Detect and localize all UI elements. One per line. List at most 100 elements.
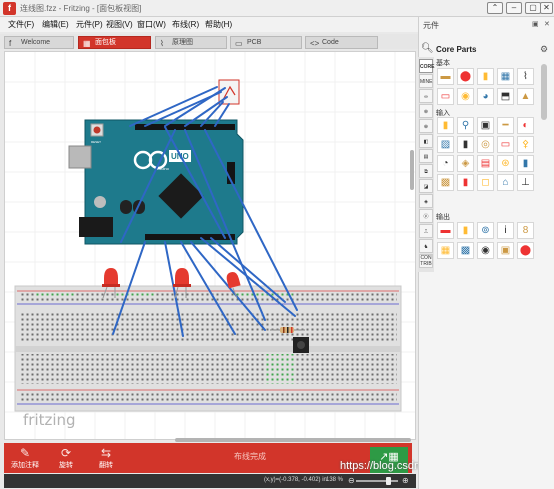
tab-label: 原理图 [172,39,193,46]
parts-dock-title: 元件 [423,21,439,30]
fritzing-logo-icon: f [3,2,16,15]
bin-core[interactable]: CORE [419,59,434,73]
part-item-7-1[interactable]: ▩ [457,242,474,259]
bin-3[interactable]: ⊛ [419,104,433,118]
part-item-2-4[interactable]: ◐ [517,117,534,134]
parts-scrollbar[interactable] [541,64,547,120]
cursor-coordinates: (x,y)=(-0.378, -0.402) in [264,477,327,483]
part-item-1-3[interactable]: ⬒ [497,88,514,105]
part-item-0-4[interactable]: ⌇ [517,68,534,85]
part-item-5-2[interactable]: ◻ [477,174,494,191]
part-item-5-4[interactable]: ⊥ [517,174,534,191]
part-item-3-1[interactable]: ▮ [457,136,474,153]
fritzing-canvas-logo: fritzing [23,411,76,429]
part-item-6-1[interactable]: ▮ [457,222,474,239]
bin-contrib[interactable]: CON TRIB [419,254,433,268]
menu-edit[interactable]: 编辑(E) [42,19,69,30]
maximize-button[interactable]: ▢ [525,2,541,14]
menu-routing[interactable]: 布线(R) [172,19,199,30]
status-bar: (x,y)=(-0.378, -0.402) in 138 % ⊖ ⊕ [4,474,416,488]
part-item-5-1[interactable]: ▮ [457,174,474,191]
window-title: 连线图.fzz - Fritzing - [面包板视图] [20,4,142,13]
part-item-0-0[interactable]: ▬ [437,68,454,85]
tab-welcome[interactable]: f Welcome [4,36,74,49]
bin-menu-icon[interactable]: ⚙ [540,44,548,55]
section-output: 输出 [436,214,450,221]
part-item-2-3[interactable]: ━ [497,117,514,134]
bin-10[interactable]: ⓟ [419,209,433,223]
menu-view[interactable]: 视图(V) [106,19,133,30]
add-note-button[interactable]: ✎ 添加注释 [8,446,42,470]
part-item-3-2[interactable]: ◎ [477,136,494,153]
pushbutton[interactable] [293,337,309,353]
breadboard[interactable] [14,285,402,412]
bin-mine[interactable]: MINE [419,74,433,88]
arduino-uno-board[interactable]: RESET UNO Arduino [68,119,244,245]
close-dock-button[interactable]: ✕ [544,21,552,29]
zoom-in-icon[interactable]: ⊕ [402,476,409,485]
bin-11[interactable]: ⎍ [419,224,433,238]
zoom-out-icon[interactable]: ⊖ [348,476,355,485]
menu-help[interactable]: 帮助(H) [205,19,232,30]
part-item-1-2[interactable]: ◕ [477,88,494,105]
part-item-7-0[interactable]: ▦ [437,242,454,259]
part-item-4-2[interactable]: ▤ [477,155,494,172]
zoom-slider-handle[interactable] [386,477,391,485]
bin-infinity[interactable]: ∞ [419,89,433,103]
search-icon[interactable]: 🔍︎ [421,43,434,55]
tab-schematic[interactable]: ⌇ 原理图 [155,36,227,49]
part-item-5-0[interactable]: ▩ [437,174,454,191]
tab-label: PCB [247,39,262,46]
bin-5[interactable]: ◧ [419,134,433,148]
rotate-button[interactable]: ⟳ 旋转 [49,446,83,470]
bin-6[interactable]: ▤ [419,149,433,163]
bin-7[interactable]: ⧉ [419,164,433,178]
horizontal-scrollbar[interactable] [175,438,411,442]
zoom-slider[interactable] [356,480,398,482]
bin-12[interactable]: ♞ [419,239,433,253]
flip-label: 翻转 [99,462,113,469]
part-item-2-0[interactable]: ▮ [437,117,454,134]
section-core: 基本 [436,60,450,67]
bin-4[interactable]: ⊕ [419,119,433,133]
tab-breadboard[interactable]: ▦ 面包板 [78,36,151,49]
minimize-button[interactable]: – [506,2,522,14]
part-item-4-1[interactable]: ◈ [457,155,474,172]
part-item-7-2[interactable]: ◉ [477,242,494,259]
part-item-2-1[interactable]: ⚲ [457,117,474,134]
part-item-0-3[interactable]: ▦ [497,68,514,85]
part-item-6-0[interactable]: ▬ [437,222,454,239]
tab-code[interactable]: <> Code [305,36,378,49]
part-item-6-2[interactable]: ⊚ [477,222,494,239]
part-item-1-1[interactable]: ◉ [457,88,474,105]
part-item-4-3[interactable]: ⊛ [497,155,514,172]
breadboard-canvas[interactable]: RESET UNO Arduino fritzing [4,51,416,440]
part-item-0-1[interactable]: ⬤ [457,68,474,85]
part-item-7-4[interactable]: ⬤ [517,242,534,259]
float-dock-button[interactable]: ▣ [532,21,540,29]
collapse-button[interactable]: ⌃ [487,2,503,14]
flip-button[interactable]: ⇆ 翻转 [89,446,123,470]
part-item-5-3[interactable]: ⌂ [497,174,514,191]
part-item-3-0[interactable]: ▨ [437,136,454,153]
circuit-drawing[interactable]: RESET UNO Arduino fritzing [5,52,416,440]
menu-file[interactable]: 文件(F) [8,19,34,30]
part-item-1-0[interactable]: ▭ [437,88,454,105]
part-item-3-4[interactable]: ⚴ [517,136,534,153]
part-item-4-4[interactable]: ▮ [517,155,534,172]
menu-window[interactable]: 窗口(W) [137,19,166,30]
part-item-6-4[interactable]: 8 [517,222,534,239]
part-item-3-3[interactable]: ▭ [497,136,514,153]
part-item-0-2[interactable]: ▮ [477,68,494,85]
menu-part[interactable]: 元件(P) [76,19,103,30]
part-item-6-3[interactable]: ⅰ [497,222,514,239]
tab-pcb[interactable]: ▭ PCB [230,36,302,49]
vertical-scrollbar[interactable] [410,150,414,190]
part-item-1-4[interactable]: ▲ [517,88,534,105]
bin-9[interactable]: ◈ [419,194,433,208]
part-item-2-2[interactable]: ▣ [477,117,494,134]
close-button[interactable]: ✕ [540,2,553,14]
bin-8[interactable]: ◪ [419,179,433,193]
part-item-4-0[interactable]: ◔ [437,155,454,172]
part-item-7-3[interactable]: ▣ [497,242,514,259]
